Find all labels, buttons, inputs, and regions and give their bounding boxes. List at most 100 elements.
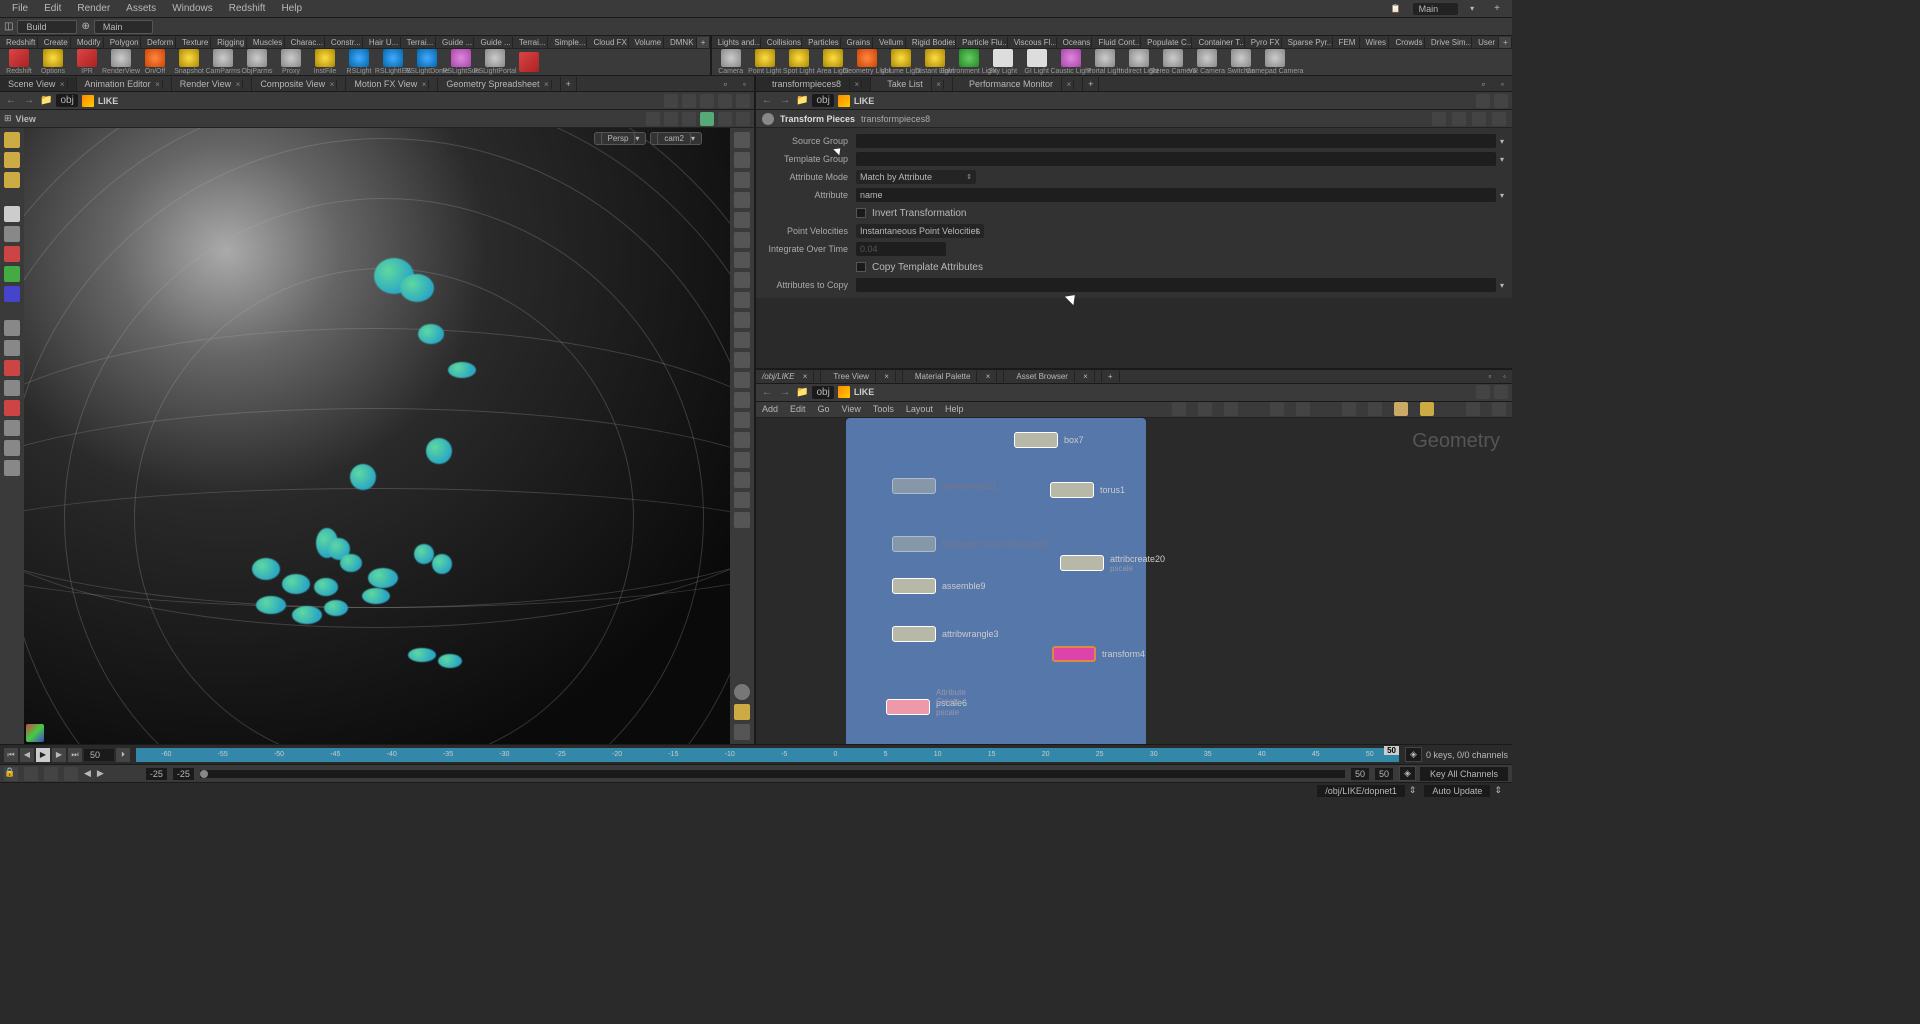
shelf-tab[interactable]: Texture: [176, 37, 211, 48]
net-max-icon[interactable]: ▫: [1482, 371, 1497, 382]
parm-checkbox[interactable]: [856, 208, 866, 218]
tab-add-icon[interactable]: +: [1499, 37, 1512, 48]
tab-assetbrowser[interactable]: Asset Browser ×: [1004, 371, 1101, 382]
net-grid2-icon[interactable]: [1296, 402, 1310, 416]
parm-menu-icon[interactable]: ▾: [1500, 155, 1504, 164]
range-end2-field[interactable]: 50: [1375, 768, 1393, 780]
snap-tool-icon[interactable]: [700, 112, 714, 126]
parm-fwd-icon[interactable]: →: [778, 95, 792, 106]
shelf-tab[interactable]: Drive Sim...: [1425, 37, 1472, 48]
display-norm-icon[interactable]: [734, 172, 750, 188]
node-body[interactable]: [1014, 432, 1058, 448]
net-tab-add-icon[interactable]: +: [1102, 371, 1120, 382]
desktop-selector[interactable]: Main: [1413, 3, 1459, 15]
net-menu-item[interactable]: View: [842, 404, 861, 414]
current-frame-field[interactable]: 50: [84, 749, 114, 761]
shelf-item[interactable]: Point Light: [750, 49, 780, 75]
net-menu-item[interactable]: Edit: [790, 404, 806, 414]
tab-perfmon[interactable]: Performance Monitor ×: [953, 77, 1083, 91]
circle-tool-icon[interactable]: [4, 420, 20, 436]
lock-cam-icon[interactable]: [734, 192, 750, 208]
clip-tool-icon[interactable]: [718, 112, 732, 126]
display-uv-icon[interactable]: [734, 352, 750, 368]
node-body[interactable]: [892, 578, 936, 594]
network-node[interactable]: torus1: [1050, 482, 1125, 498]
parm-dropdown[interactable]: Match by Attribute: [856, 170, 976, 184]
shelf-tab[interactable]: Rigging: [211, 37, 247, 48]
display-pts-icon[interactable]: [734, 152, 750, 168]
shelf-tab[interactable]: Wires: [1360, 37, 1390, 48]
tab-path[interactable]: /obj/LIKE ×: [756, 371, 821, 382]
menu-expand-icon[interactable]: ▾: [1462, 2, 1482, 15]
prev-frame-button[interactable]: ◀: [20, 748, 34, 762]
network-node[interactable]: attribcreate20pscale: [1060, 554, 1165, 573]
shelf-item[interactable]: CamParms: [208, 49, 238, 75]
folder-icon[interactable]: 📁: [40, 95, 52, 106]
shelf-tab[interactable]: Lights and...: [712, 37, 761, 48]
net-fwd-icon[interactable]: →: [778, 387, 792, 398]
pointer-tool-icon[interactable]: [4, 206, 20, 222]
net-menu-item[interactable]: Layout: [906, 404, 933, 414]
shelf-item[interactable]: Volume Light: [886, 49, 916, 75]
square-icon[interactable]: [734, 492, 750, 508]
key-icon[interactable]: ◈: [1399, 766, 1416, 781]
tab-matpalette[interactable]: Material Palette ×: [903, 371, 1005, 382]
shelf-item[interactable]: VR Camera: [1192, 49, 1222, 75]
parm-path-field[interactable]: obj: [812, 94, 833, 107]
shelf-tab[interactable]: Particle Flu...: [956, 37, 1008, 48]
net-grid1-icon[interactable]: [1270, 402, 1284, 416]
axis-gnomon-icon[interactable]: [26, 724, 44, 742]
shelf-tab[interactable]: User: [1472, 37, 1499, 48]
range-start2-field[interactable]: -25: [173, 768, 194, 780]
shelf-tab[interactable]: Create: [38, 37, 71, 48]
shelf-tab[interactable]: Hair U...: [363, 37, 401, 48]
network-canvas[interactable]: Geometry box7attribcreate21torus1Explode…: [756, 418, 1512, 744]
shelf-tab[interactable]: Oceans: [1057, 37, 1093, 48]
shelf-tab[interactable]: Polygon: [104, 37, 141, 48]
net-close-icon[interactable]: ◦: [1497, 371, 1512, 382]
shelf-item[interactable]: GI Light: [1022, 49, 1052, 75]
help-icon[interactable]: [736, 94, 750, 108]
handle-tool-icon[interactable]: [646, 112, 660, 126]
node-name-field[interactable]: transformpieces8: [861, 114, 930, 124]
shelf-tab[interactable]: Sparse Pyr...: [1282, 37, 1333, 48]
net-bg-icon[interactable]: [1420, 402, 1434, 416]
display-opt-icon[interactable]: [734, 132, 750, 148]
grid-icon[interactable]: [4, 340, 20, 356]
display-shade-icon[interactable]: [734, 312, 750, 328]
view-blue-icon[interactable]: [4, 286, 20, 302]
parm-search-icon[interactable]: [1452, 112, 1466, 126]
net-folder-icon[interactable]: 📁: [796, 387, 808, 398]
shelf-tab[interactable]: Fluid Cont...: [1092, 37, 1141, 48]
shelf-tab[interactable]: Cloud FX: [587, 37, 628, 48]
shelf-item[interactable]: [514, 49, 544, 75]
pane-tab[interactable]: Animation Editor ×: [77, 77, 172, 91]
node-body[interactable]: [886, 699, 930, 715]
brush-icon[interactable]: [734, 432, 750, 448]
next-range-icon[interactable]: ▶: [97, 768, 104, 779]
pane-tab[interactable]: Motion FX View ×: [346, 77, 438, 91]
view-red-icon[interactable]: [4, 246, 20, 262]
shelf-tab[interactable]: Particles: [802, 37, 840, 48]
viewmode-1-icon[interactable]: [734, 704, 750, 720]
network-node[interactable]: transform4: [1052, 646, 1145, 662]
magnet-red-icon[interactable]: [4, 360, 20, 376]
display-xray-icon[interactable]: [734, 332, 750, 348]
net-layout-icon[interactable]: [1172, 402, 1186, 416]
display-wire-icon[interactable]: [734, 292, 750, 308]
menu-render[interactable]: Render: [69, 1, 118, 16]
shelf-item[interactable]: RSLightIES: [378, 49, 408, 75]
edit-icon[interactable]: [734, 392, 750, 408]
shelf-item[interactable]: Portal Light: [1090, 49, 1120, 75]
parm-flag-icon[interactable]: [1432, 112, 1446, 126]
shelf-item[interactable]: Snapshot: [174, 49, 204, 75]
shelf-tab[interactable]: Volume: [629, 37, 664, 48]
nav-back-icon[interactable]: ←: [4, 95, 18, 106]
move-gizmo-icon[interactable]: [4, 320, 20, 336]
shelf-item[interactable]: On/Off: [140, 49, 170, 75]
shelf-item[interactable]: Proxy: [276, 49, 306, 75]
net-note-icon[interactable]: [1342, 402, 1356, 416]
parm-field[interactable]: 0.04: [856, 242, 946, 256]
parm-help-icon[interactable]: [1494, 94, 1508, 108]
menu-redshift[interactable]: Redshift: [221, 1, 274, 16]
